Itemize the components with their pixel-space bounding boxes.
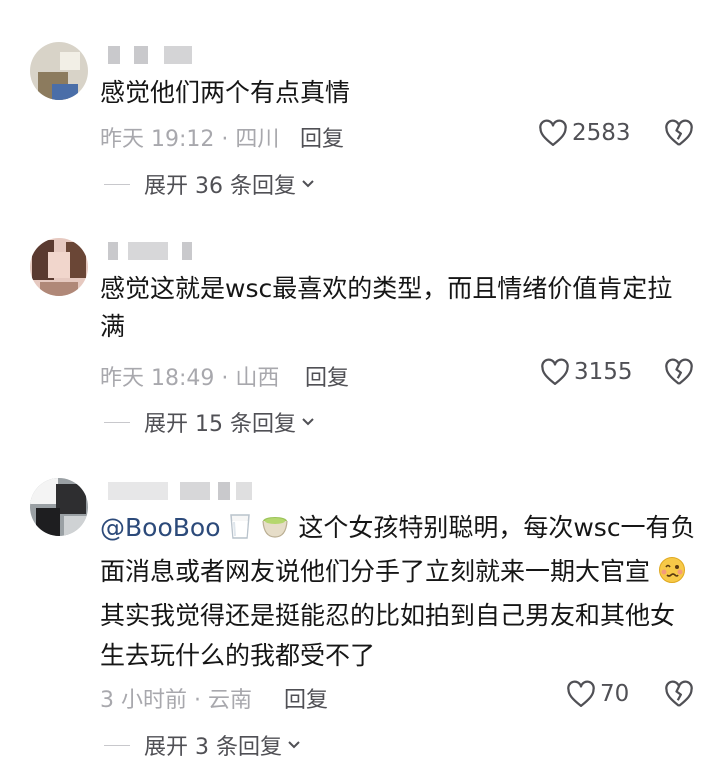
comment-item: @BooBoo 这个女孩特别聪明，每次wsc一有负面消息或者网友说他们分手了立刻… <box>0 0 720 761</box>
like-count: 70 <box>600 681 630 707</box>
green-tea-emoji <box>260 512 290 552</box>
milk-glass-emoji <box>228 512 252 552</box>
divider <box>104 744 130 746</box>
expand-replies-button[interactable]: 展开 3 条回复 <box>104 729 302 761</box>
comment-meta: 3 小时前 · 云南 <box>100 688 252 713</box>
chevron-down-icon <box>288 741 300 749</box>
woozy-face-emoji <box>658 556 686 596</box>
expand-label: 展开 3 条回复 <box>144 735 282 760</box>
avatar[interactable] <box>30 478 88 536</box>
comment-text: @BooBoo 这个女孩特别聪明，每次wsc一有负面消息或者网友说他们分手了立刻… <box>100 508 696 676</box>
heart-outline-icon <box>567 680 595 707</box>
like-button[interactable]: 70 <box>566 680 629 708</box>
reply-button[interactable]: 回复 <box>284 682 328 714</box>
broken-heart-icon <box>665 680 693 707</box>
comment-text-part-2: 其实我觉得还是挺能忍的比如拍到自己男友和其他女生去玩什么的我都受不了 <box>100 601 676 670</box>
mention-link[interactable]: @BooBoo <box>100 513 220 542</box>
dislike-button[interactable] <box>664 680 694 712</box>
